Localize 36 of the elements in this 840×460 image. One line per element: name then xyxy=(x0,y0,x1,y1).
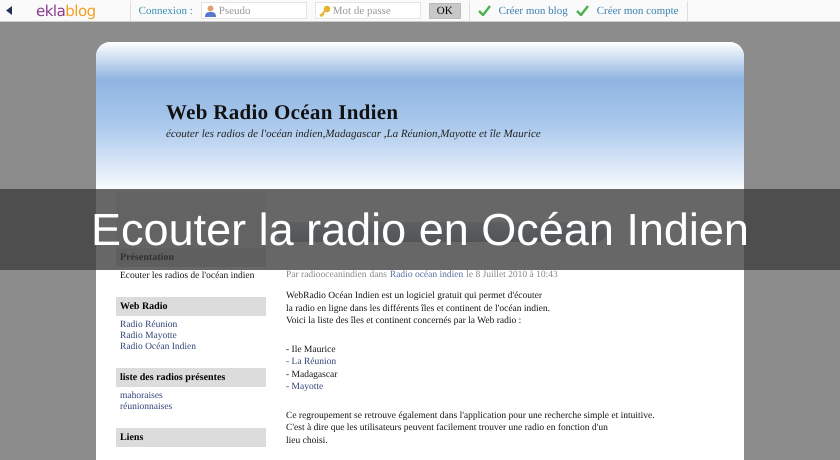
island-item: - Ile Maurice xyxy=(286,344,337,356)
sidebar-link[interactable]: Radio Océan Indien xyxy=(120,342,262,352)
sidebar-link[interactable]: Radio Réunion xyxy=(120,320,262,330)
post-text: WebRadio Océan Indien est un logiciel gratuit qui permet d'écouter xyxy=(286,290,544,302)
island-link[interactable]: - Mayotte xyxy=(286,381,724,394)
blog-subtitle: écouter les radios de l'océan indien,Madagascar ,La Réunion,Mayotte et île Maurice xyxy=(166,128,542,140)
category-link[interactable]: Radio océan indien xyxy=(390,270,464,280)
sidebar-link[interactable]: réunionnaises xyxy=(120,402,262,412)
sidebar-heading: liste des radios présentes xyxy=(116,368,266,387)
island-item: - Madagascar xyxy=(286,368,338,381)
sidebar-heading: Liens xyxy=(116,428,266,447)
check-icon xyxy=(576,5,589,16)
sidebar-link[interactable]: Radio Mayotte xyxy=(120,331,262,341)
login-label: Connexion : xyxy=(138,4,193,16)
account-link[interactable]: Créer mon blog xyxy=(498,4,568,16)
caption-text: Ecouter la radio en Océan Indien xyxy=(91,204,749,254)
check-icon xyxy=(478,5,491,16)
back-arrow-icon[interactable] xyxy=(6,6,12,15)
post-text: Ce regroupement se retrouve également dans l'application pour une recherche simple et intuitive. xyxy=(286,410,656,422)
password-field[interactable]: Mot de passe xyxy=(314,2,421,19)
sidebar-link[interactable]: mahoraises xyxy=(120,391,262,401)
post-meta: Par radiooceanindien xyxy=(286,270,366,280)
post-meta: dans xyxy=(369,270,387,280)
post-text: lieu choisi. xyxy=(286,434,329,447)
account-link[interactable]: Créer mon compte xyxy=(596,4,679,16)
island-link[interactable]: - La Réunion xyxy=(286,356,724,368)
sidebar-heading: Web Radio xyxy=(116,297,266,316)
post-text: la radio en ligne dans les différents îles et continent de l'océan indien. xyxy=(286,302,552,315)
eklablog-logo[interactable]: eklablog xyxy=(36,2,96,20)
post-text: C'est à dire que les utilisateurs peuvent facilement trouver une radio en fonction d'un xyxy=(286,422,609,434)
post-meta: le 8 Juillet 2010 à 10:43 xyxy=(466,270,558,280)
blog-title[interactable]: Web Radio Océan Indien xyxy=(166,100,744,125)
username-field[interactable]: Pseudo xyxy=(200,2,307,19)
sidebar-text: Ecouter les radios de l'océan indien xyxy=(120,271,256,281)
post-text: Voici la liste des îles et continent concernés par la Web radio : xyxy=(286,315,522,328)
ok-button[interactable]: OK xyxy=(428,2,461,18)
